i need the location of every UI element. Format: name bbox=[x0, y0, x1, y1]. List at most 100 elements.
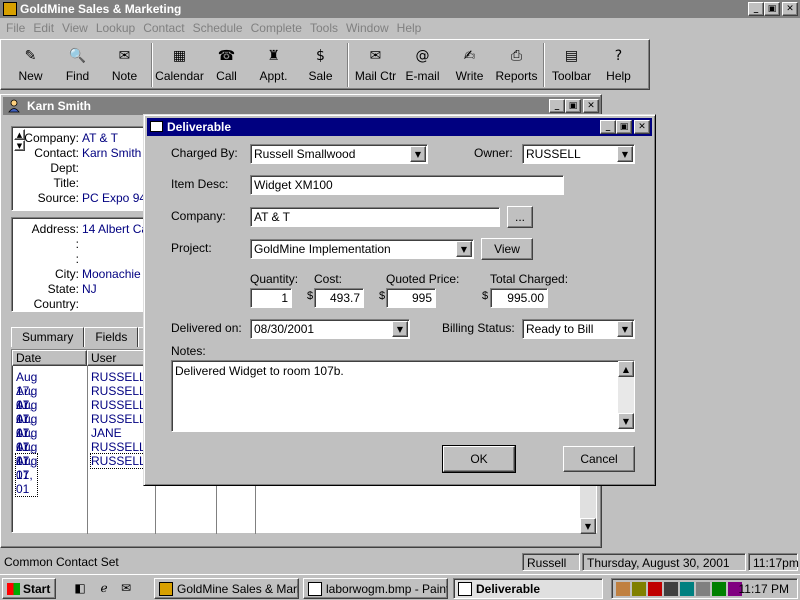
menu-schedule[interactable]: Schedule bbox=[189, 21, 247, 35]
tray-network-icon[interactable] bbox=[680, 582, 694, 596]
total-charged-label: Total Charged: bbox=[490, 272, 569, 286]
project-select[interactable]: GoldMine Implementation ▼ bbox=[250, 239, 474, 259]
tray-app-icon[interactable] bbox=[648, 582, 662, 596]
charged-by-select[interactable]: Russell Smallwood ▼ bbox=[250, 144, 428, 164]
toolbar-find-button[interactable]: 🔍 Find bbox=[54, 43, 101, 88]
toolbar-new-button[interactable]: ✎ New bbox=[7, 43, 54, 88]
menu-contact[interactable]: Contact bbox=[139, 21, 188, 35]
tab-summary[interactable]: Summary bbox=[11, 327, 85, 347]
contact-value[interactable]: Karn Smith bbox=[82, 146, 141, 160]
toolbar-label: Help bbox=[606, 69, 631, 83]
total-charged-input[interactable]: 995.00 bbox=[490, 288, 548, 308]
chevron-down-icon[interactable]: ▼ bbox=[392, 321, 408, 337]
company-browse-button[interactable]: ... bbox=[507, 206, 533, 228]
date-column-header[interactable]: Date bbox=[12, 350, 87, 366]
menu-file[interactable]: File bbox=[2, 21, 29, 35]
toolbar-write-button[interactable]: ✍ Write bbox=[446, 43, 493, 88]
company-input[interactable]: AT & T bbox=[250, 207, 500, 227]
minimize-button[interactable]: _ bbox=[748, 2, 764, 16]
contact-restore-button[interactable]: ▣ bbox=[565, 99, 581, 113]
menu-lookup[interactable]: Lookup bbox=[92, 21, 139, 35]
toolbar-calendar-button[interactable]: ▦ Calendar bbox=[155, 43, 204, 88]
toolbar-note-button[interactable]: ✉ Note bbox=[101, 43, 148, 88]
source-label: Source: bbox=[37, 191, 79, 205]
cost-input[interactable]: 493.7 bbox=[314, 288, 364, 308]
toolbar-call-button[interactable]: ☎ Call bbox=[203, 43, 250, 88]
call-icon: ☎ bbox=[217, 48, 236, 64]
dialog-minimize-button[interactable]: _ bbox=[600, 120, 616, 134]
deliverable-task-icon bbox=[458, 582, 472, 596]
desktop-quicklaunch-icon[interactable]: ◧ bbox=[72, 580, 88, 596]
menu-tools[interactable]: Tools bbox=[306, 21, 342, 35]
task-deliverable[interactable]: Deliverable bbox=[453, 578, 603, 599]
chevron-down-icon[interactable]: ▼ bbox=[617, 146, 633, 162]
close-button[interactable]: ✕ bbox=[782, 2, 798, 16]
toolbar-reports-button[interactable]: ⎙ Reports bbox=[493, 43, 540, 88]
notes-textarea[interactable]: Delivered Widget to room 107b. ▲ ▼ bbox=[171, 360, 635, 432]
menu-complete[interactable]: Complete bbox=[247, 21, 306, 35]
menu-window[interactable]: Window bbox=[342, 21, 393, 35]
contact-label: Contact: bbox=[34, 146, 79, 160]
dialog-form-icon bbox=[150, 121, 163, 132]
menu-edit[interactable]: Edit bbox=[29, 21, 58, 35]
source-value[interactable]: PC Expo 94 bbox=[82, 191, 146, 205]
toolbar-separator bbox=[151, 43, 153, 87]
quoted-currency-sign: $ bbox=[379, 290, 386, 302]
new-doc-icon: ✎ bbox=[24, 48, 37, 64]
contact-close-button[interactable]: ✕ bbox=[583, 99, 599, 113]
main-toolbar: ✎ New 🔍 Find ✉ Note ▦ Calendar ☎ Call ♜ Appt. … bbox=[0, 39, 650, 90]
quoted-price-input[interactable]: 995 bbox=[386, 288, 436, 308]
project-label: Project: bbox=[171, 241, 212, 255]
task-label: laborwogm.bmp - Paint bbox=[326, 582, 448, 596]
cancel-button[interactable]: Cancel bbox=[563, 446, 635, 472]
chevron-down-icon[interactable]: ▼ bbox=[410, 146, 426, 162]
item-desc-input[interactable]: Widget XM100 bbox=[250, 175, 564, 195]
title-label: Title: bbox=[53, 176, 79, 190]
tray-volume-icon[interactable] bbox=[664, 582, 678, 596]
toolbar-help-button[interactable]: ? Help bbox=[595, 43, 642, 88]
toolbar-appt-button[interactable]: ♜ Appt. bbox=[250, 43, 297, 88]
dialog-close-button[interactable]: ✕ bbox=[634, 120, 650, 134]
task-paint[interactable]: laborwogm.bmp - Paint bbox=[303, 578, 448, 599]
task-goldmine[interactable]: GoldMine Sales & Mark... bbox=[154, 578, 299, 599]
address-value[interactable]: 14 Albert Car bbox=[82, 222, 152, 236]
toolbar-sale-button[interactable]: $ Sale bbox=[297, 43, 344, 88]
restore-button[interactable]: ▣ bbox=[764, 2, 780, 16]
dialog-restore-button[interactable]: ▣ bbox=[616, 120, 632, 134]
company-value[interactable]: AT & T bbox=[82, 131, 118, 145]
tray-app-icon[interactable] bbox=[616, 582, 630, 596]
scroll-down-icon[interactable]: ▼ bbox=[618, 413, 634, 429]
toolbar-toolbar-button[interactable]: ▤ Toolbar bbox=[548, 43, 595, 88]
start-button[interactable]: Start bbox=[2, 578, 56, 599]
toolbar-email-button[interactable]: @ E-mail bbox=[399, 43, 446, 88]
ok-button[interactable]: OK bbox=[442, 445, 516, 473]
city-value[interactable]: Moonachie bbox=[82, 267, 141, 281]
state-value[interactable]: NJ bbox=[82, 282, 97, 296]
billing-status-select[interactable]: Ready to Bill ▼ bbox=[522, 319, 635, 339]
quantity-input[interactable]: 1 bbox=[250, 288, 292, 308]
tray-app-icon[interactable] bbox=[712, 582, 726, 596]
chevron-down-icon[interactable]: ▼ bbox=[456, 241, 472, 257]
tray-app-icon[interactable] bbox=[696, 582, 710, 596]
menu-help[interactable]: Help bbox=[393, 21, 426, 35]
tray-app-icon[interactable] bbox=[632, 582, 646, 596]
internet-explorer-icon[interactable]: ℯ bbox=[96, 580, 112, 596]
toolbar-mailctr-button[interactable]: ✉ Mail Ctr bbox=[352, 43, 399, 88]
outlook-express-icon[interactable]: ✉ bbox=[118, 580, 134, 596]
menu-view[interactable]: View bbox=[58, 21, 92, 35]
toolbar-label: Call bbox=[216, 69, 237, 83]
tab-fields[interactable]: Fields bbox=[84, 327, 139, 347]
scroll-down-icon[interactable]: ▼ bbox=[580, 518, 596, 534]
project-view-button[interactable]: View bbox=[481, 238, 533, 260]
scroll-up-icon[interactable]: ▲ bbox=[618, 361, 634, 377]
owner-select[interactable]: RUSSELL ▼ bbox=[522, 144, 635, 164]
history-user: RUSSELL bbox=[91, 398, 146, 412]
reports-icon: ⎙ bbox=[510, 48, 523, 64]
notes-scrollbar[interactable]: ▲ ▼ bbox=[618, 361, 634, 429]
tray-clock[interactable]: 11:17 PM bbox=[739, 582, 789, 596]
delivered-on-date-picker[interactable]: 08/30/2001 ▼ bbox=[250, 319, 410, 339]
contact-minimize-button[interactable]: _ bbox=[549, 99, 565, 113]
email-icon: @ bbox=[415, 48, 430, 64]
chevron-down-icon[interactable]: ▼ bbox=[617, 321, 633, 337]
toolbar-label: Sale bbox=[308, 69, 333, 83]
